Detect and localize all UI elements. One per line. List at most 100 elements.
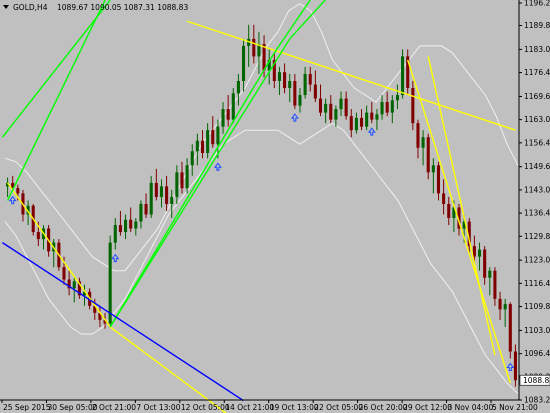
bull-candle-body: [288, 80, 292, 89]
time-tick-label: 5 Nov 21:00: [492, 403, 538, 412]
bear-candle-body: [426, 137, 430, 173]
bear-candle-body: [436, 165, 441, 194]
price-tick-label: 1156.40: [524, 138, 550, 147]
bear-candle-body: [442, 193, 446, 204]
bear-candle-body: [411, 88, 415, 124]
time-tick-label: 29 Oct 12:00: [403, 403, 452, 412]
price-tick-label: 1189.80: [524, 21, 550, 30]
ohlc-readout: 1089.67 1090.05 1087.31 1088.83: [57, 3, 188, 12]
bull-candle-body: [124, 219, 128, 233]
current-price-label: 1088.83: [523, 376, 550, 385]
bull-candle-body: [354, 117, 358, 131]
bear-candle-body: [262, 44, 266, 71]
bear-candle-body: [180, 172, 184, 189]
bear-candle-body: [370, 112, 374, 120]
price-tick-label: 1149.60: [524, 162, 550, 171]
price-tick-label: 1136.40: [524, 209, 550, 218]
bear-candle-body: [16, 188, 20, 194]
price-tick-label: 1143.00: [524, 185, 550, 194]
bull-candle-body: [298, 95, 302, 106]
candle: [231, 88, 235, 124]
bear-candle-body: [318, 98, 323, 113]
price-tick-label: 1183.00: [524, 45, 550, 54]
price-chart[interactable]: 1196.20 1189.80 1183.00 1176.40 1169.60 1163.…: [0, 0, 550, 413]
bull-candle-body: [401, 56, 405, 96]
bull-candle-body: [339, 98, 343, 110]
time-tick-label: 14 Oct 21:00: [225, 403, 274, 412]
bull-candle-body: [303, 73, 307, 96]
bull-candle-body: [108, 242, 112, 324]
bull-candle-body: [334, 109, 338, 120]
bear-candle-body: [165, 186, 169, 204]
time-tick-label: 19 Oct 13:00: [270, 403, 319, 412]
bear-candle-body: [508, 304, 512, 352]
bull-candle-body: [390, 100, 394, 113]
bull-candle-body: [277, 72, 281, 81]
candle: [401, 49, 405, 99]
bull-candle-body: [236, 80, 240, 94]
time-tick-label: 30 Sep 05:00: [47, 403, 97, 412]
bull-candle-body: [113, 225, 117, 243]
bull-candle-body: [159, 186, 164, 197]
bull-candle-body: [170, 196, 174, 204]
bear-candle-body: [313, 84, 317, 99]
bear-candle-body: [211, 130, 215, 145]
bull-candle-body: [395, 95, 399, 101]
bull-candle-body: [431, 165, 435, 173]
bull-candle-body: [190, 151, 194, 166]
bear-candle-body: [416, 123, 420, 148]
bear-candle-body: [293, 80, 297, 106]
bear-candle-body: [359, 117, 364, 127]
price-tick-label: 1196.20: [524, 0, 550, 8]
bear-candle-body: [226, 109, 230, 120]
bull-candle-body: [72, 281, 76, 289]
bear-candle-body: [447, 203, 451, 219]
price-tick-label: 1109.80: [524, 302, 550, 311]
candle: [508, 302, 512, 359]
price-tick-label: 1103.00: [524, 326, 550, 335]
bull-candle-body: [216, 126, 220, 145]
bear-candle-body: [308, 73, 312, 85]
bull-candle-body: [375, 114, 379, 120]
time-tick-label: 3 Nov 04:00: [448, 403, 494, 412]
time-tick-label: 26 Oct 20:00: [359, 403, 408, 412]
bear-candle-body: [498, 298, 502, 310]
price-tick-label: 1123.00: [524, 256, 550, 265]
bear-candle-body: [118, 225, 122, 233]
bear-candle-body: [329, 103, 333, 120]
price-tick-label: 1129.80: [524, 232, 550, 241]
candle: [411, 80, 415, 131]
bull-candle-body: [488, 270, 492, 278]
bull-candle-body: [503, 304, 507, 310]
bear-candle-body: [144, 203, 148, 215]
bear-candle-body: [472, 246, 476, 257]
bull-candle-body: [242, 45, 246, 81]
bear-candle-body: [252, 38, 256, 57]
bear-candle-body: [154, 182, 158, 197]
bull-candle-body: [206, 130, 210, 154]
time-tick-label: 7 Oct 13:00: [136, 403, 180, 412]
time-tick-label: 2 Oct 21:00: [92, 403, 136, 412]
bull-candle-body: [134, 221, 138, 229]
bull-candle-body: [195, 140, 199, 152]
symbol-label: GOLD,H4: [13, 3, 48, 12]
bear-candle-body: [200, 140, 205, 154]
bull-candle-body: [185, 165, 189, 189]
bull-candle-body: [221, 109, 225, 127]
bull-candle-body: [149, 182, 153, 215]
time-tick-label: 12 Oct 05:00: [181, 403, 230, 412]
bear-candle-body: [483, 249, 487, 278]
time-tick-label: 22 Oct 05:00: [314, 403, 363, 412]
bull-candle-body: [477, 249, 482, 257]
price-tick-label: 1163.00: [524, 115, 550, 124]
time-tick-label: 25 Sep 2015: [3, 403, 51, 412]
price-tick-label: 1116.40: [524, 279, 550, 288]
bull-candle-body: [324, 103, 328, 113]
bear-candle-body: [385, 102, 389, 113]
bear-candle-body: [493, 270, 497, 299]
bull-candle-body: [231, 93, 235, 120]
bull-candle-body: [139, 203, 143, 222]
bull-candle-body: [175, 172, 179, 197]
bear-candle-body: [349, 116, 353, 131]
bear-candle-body: [283, 72, 287, 89]
